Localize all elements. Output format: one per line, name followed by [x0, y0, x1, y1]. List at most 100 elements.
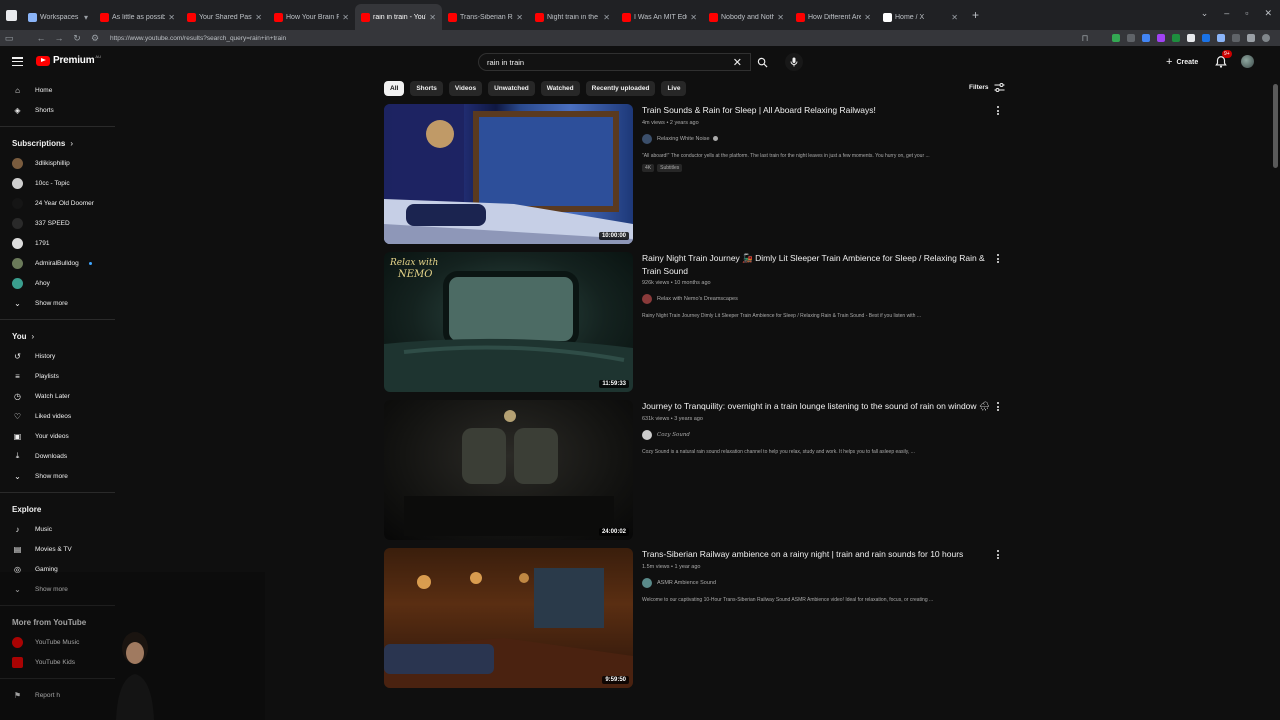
sidebar-item-downloads[interactable]: ⤓ Downloads	[0, 446, 118, 466]
search-box[interactable]: rain in train ✕	[478, 53, 751, 71]
channel-avatar[interactable]	[642, 133, 652, 144]
browser-tab[interactable]: Trans-Siberian Railway✕	[442, 4, 529, 30]
close-tab-icon[interactable]: ✕	[690, 13, 697, 22]
browser-tab[interactable]: Home / X ✕	[877, 4, 964, 30]
channel-row[interactable]: ASMR Ambience Sound	[642, 577, 992, 588]
extension-icon[interactable]	[1112, 34, 1120, 42]
channel-name[interactable]: ASMR Ambience Sound	[657, 580, 716, 586]
filter-chip[interactable]: Shorts	[410, 81, 443, 96]
sidebar-item-subscription[interactable]: 24 Year Old Doomer	[0, 193, 118, 213]
browser-menu-icon[interactable]	[0, 0, 22, 30]
video-result[interactable]: 9:59:50 Trans-Siberian Railway ambience …	[384, 548, 1004, 688]
show-more-you[interactable]: ⌄ Show more	[0, 466, 118, 486]
close-tab-icon[interactable]: ✕	[342, 13, 349, 22]
browser-tab[interactable]: I Was An MIT Educate✕	[616, 4, 703, 30]
sidebar-item-subscription[interactable]: Ahoy	[0, 273, 118, 293]
you-header[interactable]: You ›	[0, 326, 118, 346]
profile-avatar[interactable]	[1262, 34, 1270, 42]
video-title[interactable]: Trans-Siberian Railway ambience on a rai…	[642, 548, 992, 561]
video-thumbnail[interactable]: Relax with NEMO 11:59:33	[384, 252, 633, 392]
browser-tab[interactable]: As little as possible w✕	[94, 4, 181, 30]
channel-name[interactable]: Cozy Sound	[657, 432, 690, 438]
video-result[interactable]: 10:00:00 Train Sounds & Rain for Sleep |…	[384, 104, 1004, 244]
new-tab-button[interactable]: +	[972, 8, 979, 22]
close-tab-icon[interactable]: ✕	[951, 13, 958, 22]
close-tab-icon[interactable]: ✕	[255, 13, 262, 22]
youtube-logo[interactable]: Premium AU	[36, 54, 101, 66]
channel-avatar[interactable]	[642, 294, 652, 304]
more-actions-icon[interactable]	[996, 550, 1000, 559]
page-scrollbar[interactable]	[1273, 84, 1278, 168]
clear-search-icon[interactable]: ✕	[733, 56, 742, 69]
video-title[interactable]: Rainy Night Train Journey 🚂 Dimly Lit Sl…	[642, 252, 992, 277]
browser-tab[interactable]: How Different Are Our✕	[790, 4, 877, 30]
more-actions-icon[interactable]	[996, 106, 1000, 115]
browser-tab[interactable]: Nobody and Nothing✕	[703, 4, 790, 30]
reload-button[interactable]: ↻	[68, 33, 86, 44]
channel-row[interactable]: Relax with Nemo's Dreamscapes	[642, 294, 992, 304]
tab-search-icon[interactable]: ⌄	[1201, 8, 1209, 19]
extension-icon[interactable]	[1187, 34, 1195, 42]
forward-button[interactable]: →	[50, 33, 68, 43]
sidebar-item-subscription[interactable]: 1791	[0, 233, 118, 253]
create-button[interactable]: + Create	[1160, 54, 1204, 70]
sidebar-item-your-videos[interactable]: ▣ Your videos	[0, 426, 118, 446]
extension-icon[interactable]	[1202, 34, 1210, 42]
url-field[interactable]: https://www.youtube.com/results?search_q…	[110, 35, 1076, 42]
channel-row[interactable]: Cozy Sound	[642, 429, 992, 440]
browser-tab[interactable]: Your Shared Past With✕	[181, 4, 268, 30]
account-avatar[interactable]	[1241, 55, 1254, 68]
voice-search-button[interactable]	[785, 53, 803, 71]
close-tab-icon[interactable]: ✕	[603, 13, 610, 22]
channel-row[interactable]: Relaxing White Noise	[642, 133, 992, 144]
channel-avatar[interactable]	[642, 577, 652, 588]
browser-tab[interactable]: Night train in the r ✕	[529, 4, 616, 30]
extension-icon[interactable]	[1142, 34, 1150, 42]
show-more-subscriptions[interactable]: ⌄ Show more	[0, 293, 118, 313]
minimize-button[interactable]: –	[1224, 8, 1229, 19]
sidebar-item-subscription[interactable]: 10cc - Topic	[0, 173, 118, 193]
extension-icon[interactable]	[1157, 34, 1165, 42]
sidebar-item-subscription[interactable]: 3dlikisphillip	[0, 153, 118, 173]
extension-icon[interactable]	[1172, 34, 1180, 42]
extension-icon[interactable]	[1247, 34, 1255, 42]
video-thumbnail[interactable]: 10:00:00	[384, 104, 633, 244]
filter-chip[interactable]: Watched	[540, 81, 580, 96]
sidebar-item-playlists[interactable]: ≡ Playlists	[0, 366, 118, 386]
channel-name[interactable]: Relax with Nemo's Dreamscapes	[657, 296, 738, 302]
sidebar-item-home[interactable]: ⌂ Home	[0, 80, 118, 100]
back-button[interactable]: ←	[32, 33, 50, 43]
workspaces-tab[interactable]: Workspaces ▾	[22, 4, 94, 30]
close-tab-icon[interactable]: ✕	[777, 13, 784, 22]
filter-chip[interactable]: Videos	[448, 81, 483, 96]
close-window-button[interactable]: ✕	[1264, 8, 1272, 19]
filter-chip[interactable]: Recently uploaded	[585, 81, 656, 96]
site-info-icon[interactable]: ⚙	[86, 33, 104, 44]
video-result[interactable]: Relax with NEMO 11:59:33 Rainy Night Tra…	[384, 252, 1004, 392]
channel-name[interactable]: Relaxing White Noise	[657, 136, 710, 142]
video-title[interactable]: Journey to Tranquility: overnight in a t…	[642, 400, 992, 413]
browser-tab[interactable]: How Your Brain Picks T✕	[268, 4, 355, 30]
close-tab-icon[interactable]: ✕	[429, 13, 436, 22]
more-actions-icon[interactable]	[996, 254, 1000, 263]
video-thumbnail[interactable]: 9:59:50	[384, 548, 633, 688]
channel-avatar[interactable]	[642, 429, 652, 440]
filter-chip[interactable]: Unwatched	[488, 81, 535, 96]
sidebar-item-liked-videos[interactable]: ♡ Liked videos	[0, 406, 118, 426]
filter-chip[interactable]: All	[384, 81, 405, 96]
bookmark-icon[interactable]: ⊓	[1076, 33, 1094, 44]
close-tab-icon[interactable]: ✕	[516, 13, 523, 22]
sidebar-item-history[interactable]: ↺ History	[0, 346, 118, 366]
filter-chip[interactable]: Live	[661, 81, 687, 96]
filters-button[interactable]: Filters	[969, 83, 1005, 92]
maximize-button[interactable]: ▫	[1245, 8, 1248, 19]
close-tab-icon[interactable]: ✕	[168, 13, 175, 22]
sidebar-item-subscription[interactable]: AdmiralBulldog	[0, 253, 118, 273]
subscriptions-header[interactable]: Subscriptions ›	[0, 133, 118, 153]
search-input[interactable]: rain in train	[487, 58, 733, 67]
video-title[interactable]: Train Sounds & Rain for Sleep | All Aboa…	[642, 104, 992, 117]
sidebar-item-shorts[interactable]: ◈ Shorts	[0, 100, 118, 120]
sidebar-item-subscription[interactable]: 337 SPEED	[0, 213, 118, 233]
sidebar-item-music[interactable]: ♪ Music	[0, 519, 118, 539]
search-button[interactable]	[751, 53, 773, 71]
